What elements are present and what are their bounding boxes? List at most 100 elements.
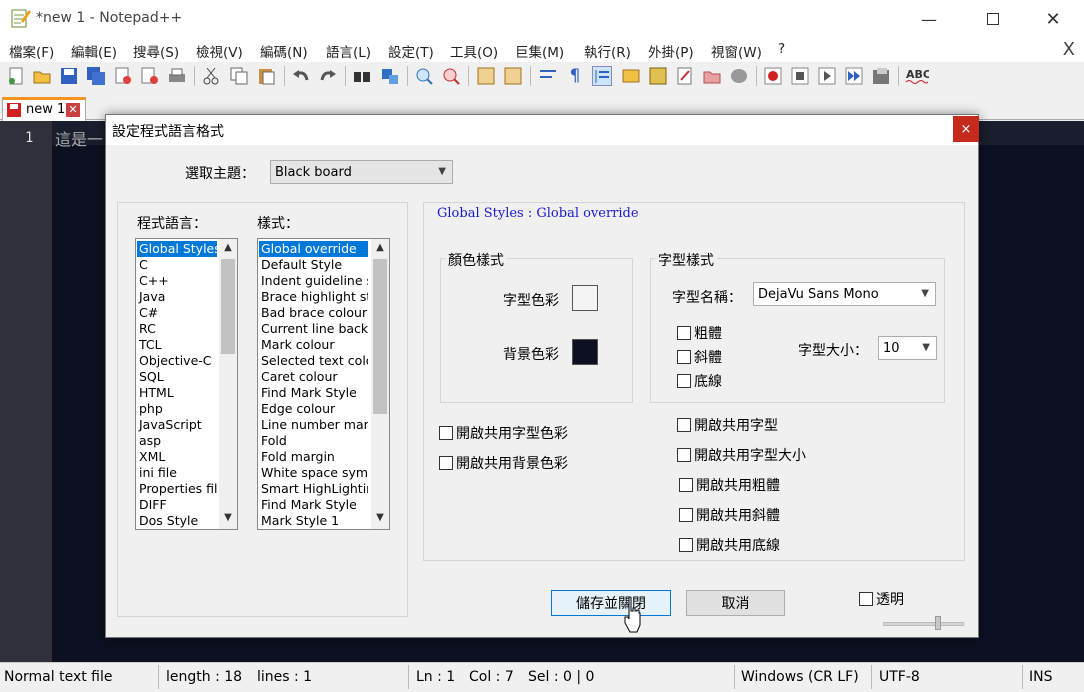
menu-run[interactable]: 執行(R) <box>584 41 631 61</box>
language-item[interactable]: Objective-C <box>137 353 217 369</box>
global-bold-checkbox[interactable]: 開啟共用粗體 <box>679 475 780 495</box>
copy-icon[interactable] <box>229 66 249 86</box>
menu-view[interactable]: 檢視(V) <box>196 41 243 61</box>
cut-icon[interactable] <box>201 66 221 86</box>
language-item[interactable]: JavaScript <box>137 417 217 433</box>
menu-language[interactable]: 語言(L) <box>326 41 371 61</box>
scroll-up-icon[interactable]: ▲ <box>219 240 237 256</box>
indent-guide-icon[interactable] <box>592 66 612 86</box>
menu-file[interactable]: 檔案(F) <box>9 41 54 61</box>
font-size-select[interactable]: 10 ▼ <box>878 336 937 360</box>
language-item[interactable]: C# <box>137 305 217 321</box>
language-item[interactable]: HTML <box>137 385 217 401</box>
run-multiple-icon[interactable] <box>844 66 864 86</box>
replace-icon[interactable] <box>380 66 400 86</box>
italic-checkbox[interactable]: 斜體 <box>677 347 722 367</box>
paste-icon[interactable] <box>256 66 276 86</box>
stop-icon[interactable] <box>729 66 749 86</box>
menu-plugins[interactable]: 外掛(P) <box>648 41 694 61</box>
find-icon[interactable] <box>352 66 372 86</box>
style-item[interactable]: Indent guideline style <box>259 273 368 289</box>
menu-macro[interactable]: 巨集(M) <box>515 41 564 61</box>
slider-thumb[interactable] <box>935 616 941 630</box>
font-name-select[interactable]: DejaVu Sans Mono ▼ <box>753 282 936 306</box>
save-all-icon[interactable] <box>86 66 106 86</box>
underline-checkbox[interactable]: 底線 <box>677 371 722 391</box>
cancel-button[interactable]: 取消 <box>686 590 785 616</box>
style-item[interactable]: Edge colour <box>259 401 368 417</box>
language-item[interactable]: DIFF <box>137 497 217 513</box>
language-item[interactable]: asp <box>137 433 217 449</box>
open-file-icon[interactable] <box>32 66 52 86</box>
transparency-checkbox[interactable]: 透明 <box>859 589 904 609</box>
style-item[interactable]: Find Mark Style <box>259 497 368 513</box>
redo-icon[interactable] <box>318 66 338 86</box>
global-italic-checkbox[interactable]: 開啟共用斜體 <box>679 505 780 525</box>
close-all-icon[interactable] <box>140 66 160 86</box>
style-list[interactable]: Global override Default Style Indent guide… <box>257 238 390 530</box>
language-list[interactable]: Global Styles C C++ Java C# RC TCL Objective-C S… <box>135 238 238 530</box>
folder-workspace-icon[interactable] <box>675 66 695 86</box>
menu-help[interactable]: ? <box>778 41 785 57</box>
menu-edit[interactable]: 編輯(E) <box>71 41 117 61</box>
close-document-icon[interactable]: X <box>1063 39 1075 60</box>
menu-tools[interactable]: 工具(O) <box>450 41 498 61</box>
record-macro-icon[interactable] <box>763 66 783 86</box>
close-window-button[interactable]: ✕ <box>1030 0 1076 38</box>
save-close-button[interactable]: 儲存並關閉 <box>551 590 671 616</box>
global-fg-checkbox[interactable]: 開啟共用字型色彩 <box>439 423 568 443</box>
scroll-up-icon[interactable]: ▲ <box>371 240 389 256</box>
language-item[interactable]: SQL <box>137 369 217 385</box>
style-item[interactable]: Caret colour <box>259 369 368 385</box>
language-item[interactable]: Dos Style <box>137 513 217 529</box>
style-item[interactable]: Selected text colour <box>259 353 368 369</box>
language-item[interactable]: Global Styles <box>137 241 217 257</box>
language-item[interactable]: XML <box>137 449 217 465</box>
style-item[interactable]: White space symbol <box>259 465 368 481</box>
scroll-thumb[interactable] <box>221 259 235 354</box>
language-item[interactable]: C++ <box>137 273 217 289</box>
style-item[interactable]: Mark colour <box>259 337 368 353</box>
language-item[interactable]: Java <box>137 289 217 305</box>
sync-vertical-icon[interactable] <box>476 66 496 86</box>
style-item[interactable]: Fold <box>259 433 368 449</box>
close-file-icon[interactable] <box>113 66 133 86</box>
save-icon[interactable] <box>59 66 79 86</box>
zoom-out-icon[interactable] <box>441 66 461 86</box>
style-item[interactable]: Global override <box>259 241 368 257</box>
print-icon[interactable] <box>167 66 187 86</box>
playback-icon[interactable] <box>817 66 837 86</box>
style-item[interactable]: Find Mark Style <box>259 385 368 401</box>
bold-checkbox[interactable]: 粗體 <box>677 323 722 343</box>
language-item[interactable]: C <box>137 257 217 273</box>
global-underline-checkbox[interactable]: 開啟共用底線 <box>679 535 780 555</box>
style-item[interactable]: Default Style <box>259 257 368 273</box>
dialog-close-button[interactable]: × <box>953 116 979 142</box>
save-macro-icon[interactable] <box>871 66 891 86</box>
scroll-down-icon[interactable]: ▼ <box>371 510 389 526</box>
language-list-scrollbar[interactable]: ▲ ▼ <box>219 239 237 529</box>
language-item[interactable]: TCL <box>137 337 217 353</box>
global-size-checkbox[interactable]: 開啟共用字型大小 <box>677 445 806 465</box>
style-list-scrollbar[interactable]: ▲ ▼ <box>371 239 389 529</box>
sync-horizontal-icon[interactable] <box>503 66 523 86</box>
style-item[interactable]: Smart HighLighting <box>259 481 368 497</box>
style-item[interactable]: Fold margin <box>259 449 368 465</box>
language-item[interactable]: Properties file <box>137 481 217 497</box>
language-item[interactable]: ini file <box>137 465 217 481</box>
theme-select[interactable]: Black board ▼ <box>270 160 453 184</box>
global-font-checkbox[interactable]: 開啟共用字型 <box>677 415 778 435</box>
style-item[interactable]: Bad brace colour <box>259 305 368 321</box>
global-bg-checkbox[interactable]: 開啟共用背景色彩 <box>439 453 568 473</box>
transparency-slider[interactable] <box>883 622 964 626</box>
new-file-icon[interactable] <box>6 66 26 86</box>
monitoring-icon[interactable] <box>702 66 722 86</box>
tab-new-1[interactable]: new 1 ✕ <box>2 97 86 121</box>
editor-text[interactable]: 這是一 <box>55 126 103 150</box>
scroll-down-icon[interactable]: ▼ <box>219 510 237 526</box>
undo-icon[interactable] <box>291 66 311 86</box>
scroll-thumb[interactable] <box>373 259 387 414</box>
document-map-icon[interactable] <box>621 66 641 86</box>
zoom-in-icon[interactable] <box>414 66 434 86</box>
show-all-chars-icon[interactable]: ¶ <box>565 66 585 86</box>
